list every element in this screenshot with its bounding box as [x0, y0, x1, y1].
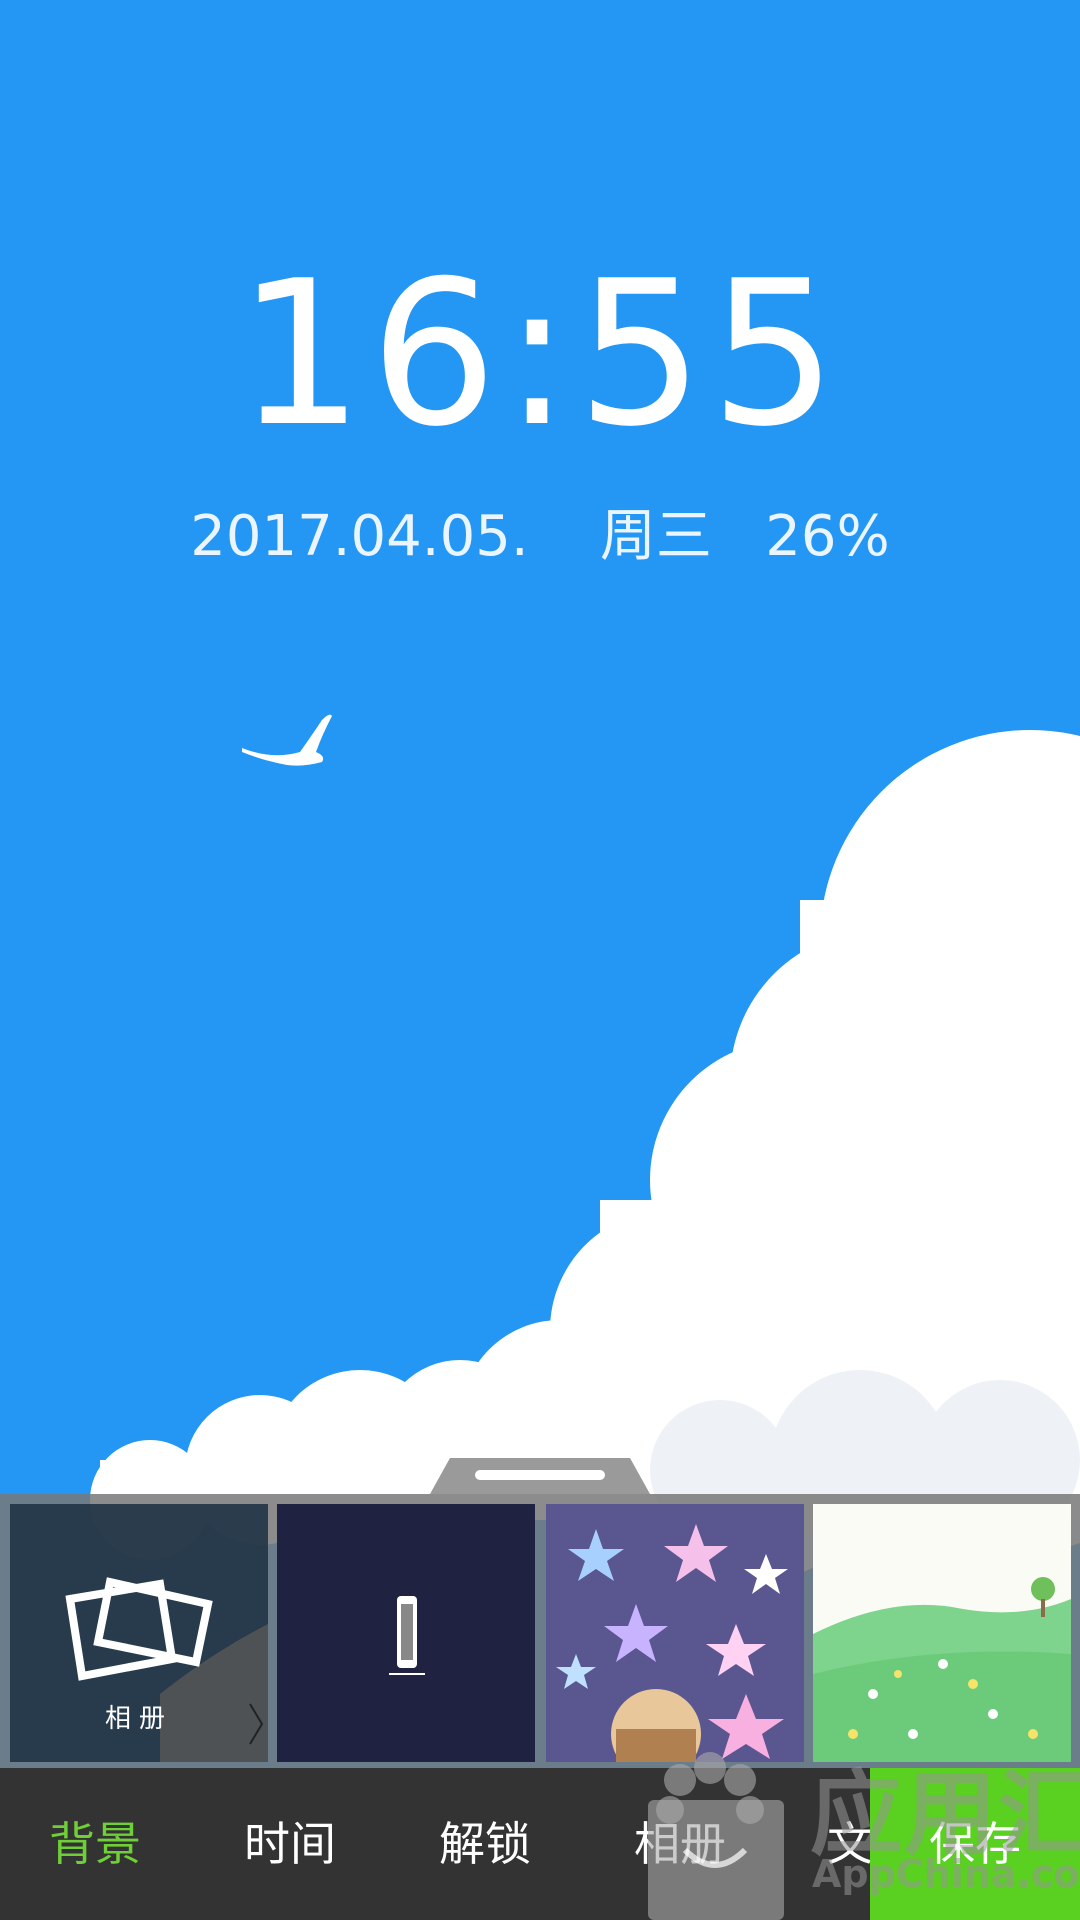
date-text: 2017.04.05. [190, 504, 529, 569]
tab-album[interactable]: 相册 [620, 1768, 740, 1920]
save-button[interactable]: 保存 [870, 1768, 1080, 1920]
wallpaper-thumbnail-stars[interactable] [546, 1504, 804, 1762]
clock-date-line: 2017.04.05. 周三 26% [0, 505, 1080, 569]
tab-background[interactable]: 背景 [35, 1768, 155, 1920]
phone-booth-icon [389, 1596, 425, 1675]
battery-text: 26% [765, 504, 890, 569]
tab-time[interactable]: 时间 [230, 1768, 350, 1920]
background-thumbnail-strip: 相册 [0, 1494, 1080, 1768]
meadow-scene-icon [813, 1504, 1071, 1762]
album-label: 相册 [104, 1704, 173, 1734]
stars-pattern-icon [556, 1524, 788, 1762]
wallpaper-thumbnail-phonebooth[interactable] [277, 1504, 535, 1762]
bottom-tab-bar: 背景 时间 解锁 相册 文 保存 [0, 1768, 1080, 1920]
wallpaper-thumbnail-meadow[interactable] [813, 1504, 1071, 1762]
drawer-handle[interactable] [430, 1458, 650, 1494]
clock-time: 16:55 [236, 238, 844, 471]
weekday-text: 周三 [599, 504, 712, 569]
tab-unlock[interactable]: 解锁 [425, 1768, 545, 1920]
album-thumbnail[interactable]: 相册 [10, 1504, 268, 1762]
